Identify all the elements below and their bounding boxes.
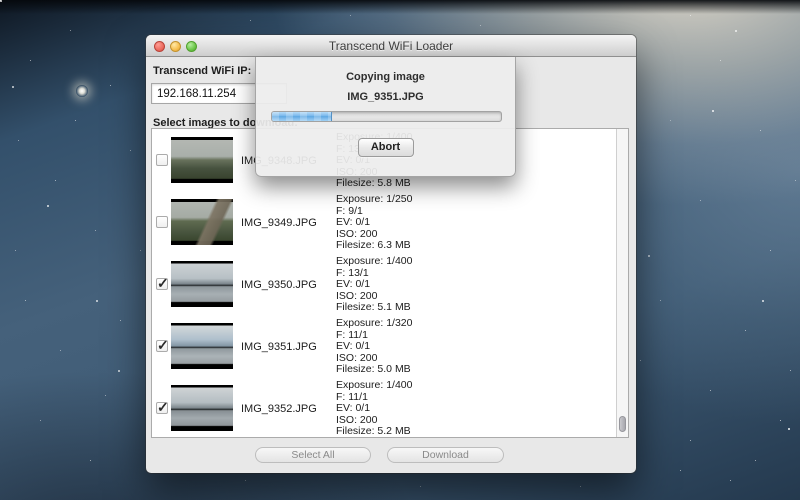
app-window: Transcend WiFi Loader Transcend WiFi IP:… [146, 35, 636, 473]
progress-fill [272, 112, 332, 121]
image-filename: IMG_9350.JPG [241, 279, 317, 291]
image-checkbox[interactable] [156, 340, 168, 352]
image-metadata: Exposure: 1/400 F: 11/1 EV: 0/1 ISO: 200… [336, 380, 412, 438]
exposure-value: Exposure: 1/250 [336, 194, 412, 206]
image-list-row[interactable]: IMG_9351.JPG Exposure: 1/320 F: 11/1 EV:… [152, 315, 628, 377]
image-thumbnail [171, 199, 233, 245]
exposure-value: Exposure: 1/400 [336, 380, 412, 392]
dialog-filename: IMG_9351.JPG [256, 91, 515, 103]
image-filename: IMG_9349.JPG [241, 217, 317, 229]
image-list-row[interactable]: IMG_9349.JPG Exposure: 1/250 F: 9/1 EV: … [152, 191, 628, 253]
image-thumbnail [171, 385, 233, 431]
dialog-title: Copying image [256, 71, 515, 83]
title-bar[interactable]: Transcend WiFi Loader [146, 35, 636, 57]
image-filename: IMG_9352.JPG [241, 403, 317, 415]
abort-button[interactable]: Abort [358, 138, 414, 157]
wifi-ip-label: Transcend WiFi IP: [153, 65, 251, 77]
scrollbar-thumb[interactable] [619, 416, 626, 432]
image-filename: IMG_9351.JPG [241, 341, 317, 353]
image-metadata: Exposure: 1/320 F: 11/1 EV: 0/1 ISO: 200… [336, 318, 412, 376]
image-thumbnail [171, 137, 233, 183]
select-all-button[interactable]: Select All [255, 447, 371, 463]
image-list-row[interactable]: IMG_9350.JPG Exposure: 1/400 F: 13/1 EV:… [152, 253, 628, 315]
filesize-value: Filesize: 5.2 MB [336, 426, 412, 438]
star-field-bright [0, 0, 2, 2]
exposure-value: Exposure: 1/320 [336, 318, 412, 330]
image-metadata: Exposure: 1/250 F: 9/1 EV: 0/1 ISO: 200 … [336, 194, 412, 252]
copying-dialog: Copying image IMG_9351.JPG Abort [255, 57, 516, 177]
exposure-value: Exposure: 1/400 [336, 256, 412, 268]
image-checkbox[interactable] [156, 154, 168, 166]
window-title: Transcend WiFi Loader [146, 39, 636, 53]
filesize-value: Filesize: 6.3 MB [336, 240, 412, 252]
progress-bar [271, 111, 502, 122]
glowing-star [76, 85, 88, 97]
desktop-wallpaper: Transcend WiFi Loader Transcend WiFi IP:… [0, 0, 800, 500]
image-checkbox[interactable] [156, 402, 168, 414]
filesize-value: Filesize: 5.0 MB [336, 364, 412, 376]
image-thumbnail [171, 261, 233, 307]
download-button[interactable]: Download [387, 447, 504, 463]
filesize-value: Filesize: 5.1 MB [336, 302, 412, 314]
list-scrollbar[interactable] [616, 129, 628, 437]
image-checkbox[interactable] [156, 216, 168, 228]
image-thumbnail [171, 323, 233, 369]
filesize-value: Filesize: 5.8 MB [336, 178, 412, 190]
image-list-row[interactable]: IMG_9352.JPG Exposure: 1/400 F: 11/1 EV:… [152, 377, 628, 438]
image-metadata: Exposure: 1/400 F: 13/1 EV: 0/1 ISO: 200… [336, 256, 412, 314]
image-checkbox[interactable] [156, 278, 168, 290]
